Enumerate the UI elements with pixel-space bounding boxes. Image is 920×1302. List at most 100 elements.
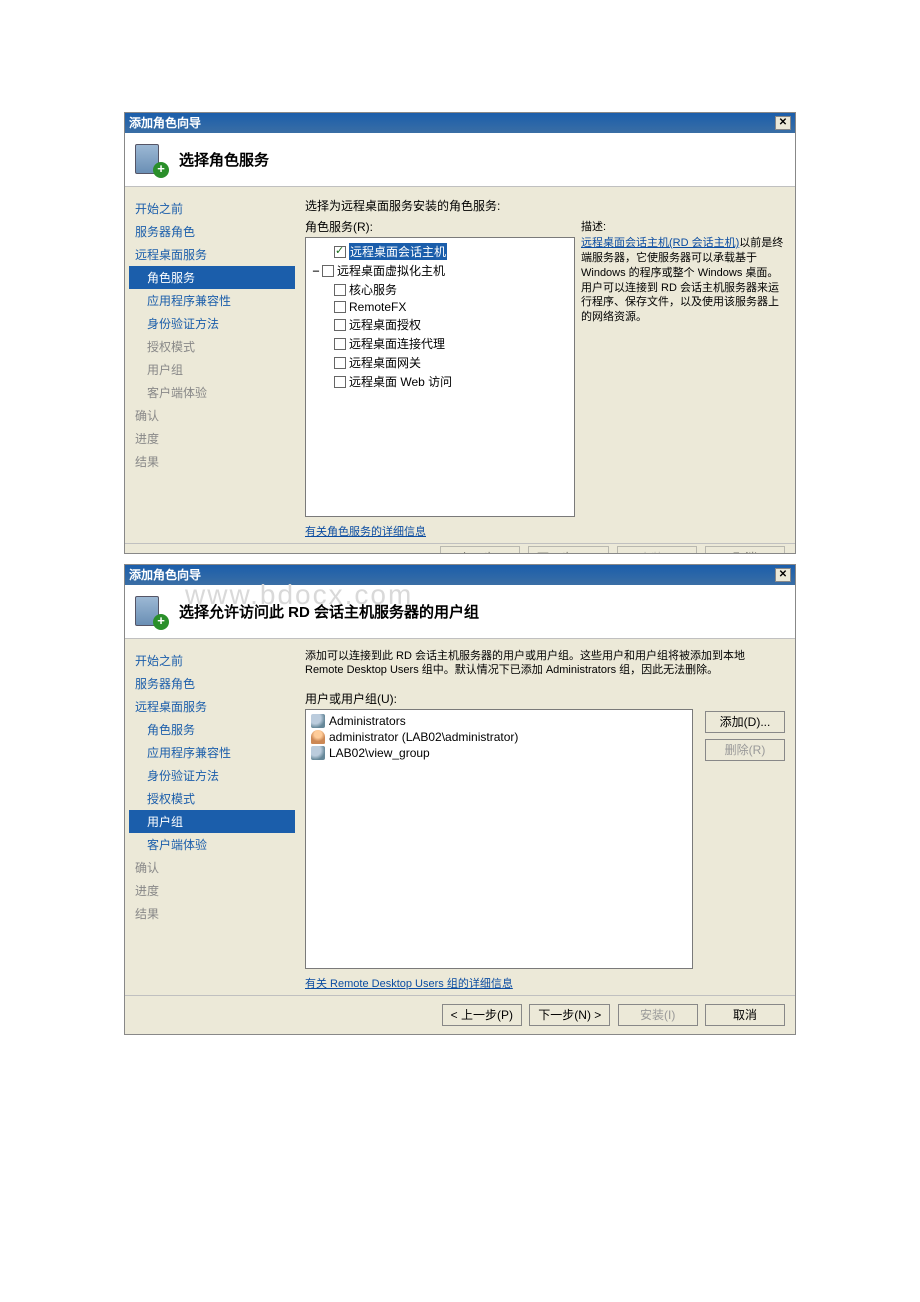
tree-item-label: RemoteFX xyxy=(349,300,406,314)
tree-item[interactable]: 远程桌面会话主机 xyxy=(310,242,570,261)
more-info-link[interactable]: 有关角色服务的详细信息 xyxy=(305,526,426,538)
role-services-tree[interactable]: 远程桌面会话主机−远程桌面虚拟化主机核心服务RemoteFX远程桌面授权远程桌面… xyxy=(305,237,575,517)
wizard-step[interactable]: 应用程序兼容性 xyxy=(129,289,295,312)
wizard-step: 确认 xyxy=(129,404,295,427)
wizard-step: 结果 xyxy=(129,902,295,925)
titlebar[interactable]: 添加角色向导 ✕ xyxy=(125,113,795,133)
wizard-step: 授权模式 xyxy=(129,335,295,358)
tree-expand-icon[interactable]: − xyxy=(310,264,322,278)
tree-label: 角色服务(R): xyxy=(305,218,575,235)
list-label: 用户或用户组(U): xyxy=(305,690,785,707)
wizard-step[interactable]: 远程桌面服务 xyxy=(129,243,295,266)
wizard-step[interactable]: 角色服务 xyxy=(129,266,295,289)
wizard-step[interactable]: 服务器角色 xyxy=(129,672,295,695)
page-title: 选择允许访问此 RD 会话主机服务器的用户组 xyxy=(179,601,479,622)
tree-item-label: 核心服务 xyxy=(349,281,397,298)
checkbox[interactable] xyxy=(334,319,346,331)
wizard-step[interactable]: 角色服务 xyxy=(129,718,295,741)
prompt-text: 选择为远程桌面服务安装的角色服务: xyxy=(305,197,785,214)
button-row: < 上一步(P) 下一步(N) > 安装(I) 取消 xyxy=(125,995,795,1034)
list-item[interactable]: Administrators xyxy=(309,713,689,729)
checkbox[interactable] xyxy=(334,246,346,258)
tree-item[interactable]: 远程桌面网关 xyxy=(310,353,570,372)
checkbox[interactable] xyxy=(322,265,334,277)
group-icon xyxy=(311,714,325,728)
dialog-title: 添加角色向导 xyxy=(129,113,201,133)
tree-item-label: 远程桌面授权 xyxy=(349,316,421,333)
add-roles-wizard-dialog-2: 添加角色向导 ✕ + 选择允许访问此 RD 会话主机服务器的用户组 www.bd… xyxy=(124,564,796,1035)
description-text: 以前是终端服务器，它使服务器可以承载基于 Windows 的程序或整个 Wind… xyxy=(581,237,783,323)
install-button: 安装(I) xyxy=(617,546,697,553)
list-item-label: Administrators xyxy=(329,714,406,728)
tree-item[interactable]: 核心服务 xyxy=(310,280,570,299)
wizard-step[interactable]: 授权模式 xyxy=(129,787,295,810)
next-button[interactable]: 下一步(N) > xyxy=(529,1004,610,1026)
wizard-step: 进度 xyxy=(129,427,295,450)
prompt-text: 添加可以连接到此 RD 会话主机服务器的用户或用户组。这些用户和用户组将被添加到… xyxy=(305,649,785,678)
add-roles-wizard-dialog-1: 添加角色向导 ✕ + 选择角色服务 开始之前服务器角色远程桌面服务角色服务应用程… xyxy=(124,112,796,554)
list-item-label: administrator (LAB02\administrator) xyxy=(329,730,518,744)
tree-item[interactable]: − 远程桌面虚拟化主机 xyxy=(310,261,570,280)
tree-item-label: 远程桌面虚拟化主机 xyxy=(337,262,445,279)
wizard-step[interactable]: 身份验证方法 xyxy=(129,764,295,787)
wizard-step[interactable]: 服务器角色 xyxy=(129,220,295,243)
list-item[interactable]: administrator (LAB02\administrator) xyxy=(309,729,689,745)
wizard-step[interactable]: 客户端体验 xyxy=(129,833,295,856)
tree-item[interactable]: 远程桌面连接代理 xyxy=(310,334,570,353)
group-icon xyxy=(311,746,325,760)
dialog-header: + 选择角色服务 xyxy=(125,133,795,187)
list-item-label: LAB02\view_group xyxy=(329,746,430,760)
install-button: 安装(I) xyxy=(618,1004,698,1026)
description-panel: 描述: 远程桌面会话主机(RD 会话主机)以前是终端服务器，它使服务器可以承载基… xyxy=(581,218,785,517)
close-button[interactable]: ✕ xyxy=(775,568,791,582)
content-panel: 添加可以连接到此 RD 会话主机服务器的用户或用户组。这些用户和用户组将被添加到… xyxy=(295,639,795,995)
close-button[interactable]: ✕ xyxy=(775,116,791,130)
wizard-step[interactable]: 开始之前 xyxy=(129,197,295,220)
wizard-steps-sidebar: 开始之前服务器角色远程桌面服务角色服务应用程序兼容性身份验证方法授权模式用户组客… xyxy=(125,187,295,543)
page-title: 选择角色服务 xyxy=(179,149,269,170)
more-info-link[interactable]: 有关 Remote Desktop Users 组的详细信息 xyxy=(305,978,513,990)
remove-button: 删除(R) xyxy=(705,739,785,761)
content-panel: 选择为远程桌面服务安装的角色服务: 角色服务(R): 远程桌面会话主机−远程桌面… xyxy=(295,187,795,543)
wizard-step: 用户组 xyxy=(129,358,295,381)
button-row-clipped: < 上一步(P) 下一步(N) > 安装(I) 取消 xyxy=(125,543,795,553)
tree-item[interactable]: RemoteFX xyxy=(310,299,570,315)
wizard-step[interactable]: 身份验证方法 xyxy=(129,312,295,335)
tree-item-label: 远程桌面连接代理 xyxy=(349,335,445,352)
wizard-step: 结果 xyxy=(129,450,295,473)
dialog-title: 添加角色向导 xyxy=(129,565,201,585)
next-button[interactable]: 下一步(N) > xyxy=(528,546,609,553)
wizard-step: 确认 xyxy=(129,856,295,879)
tree-item-label: 远程桌面网关 xyxy=(349,354,421,371)
description-body: 远程桌面会话主机(RD 会话主机)以前是终端服务器，它使服务器可以承载基于 Wi… xyxy=(581,236,785,325)
cancel-button[interactable]: 取消 xyxy=(705,1004,785,1026)
wizard-icon: + xyxy=(133,142,169,178)
checkbox[interactable] xyxy=(334,338,346,350)
list-item[interactable]: LAB02\view_group xyxy=(309,745,689,761)
wizard-icon: + xyxy=(133,594,169,630)
checkbox[interactable] xyxy=(334,301,346,313)
checkbox[interactable] xyxy=(334,357,346,369)
description-title: 描述: xyxy=(581,218,785,234)
users-groups-listbox[interactable]: Administrators administrator (LAB02\admin… xyxy=(305,709,693,969)
tree-item-label: 远程桌面会话主机 xyxy=(349,243,447,260)
prev-button[interactable]: < 上一步(P) xyxy=(442,1004,522,1026)
add-button[interactable]: 添加(D)... xyxy=(705,711,785,733)
dialog-header: + 选择允许访问此 RD 会话主机服务器的用户组 www.bdocx.com xyxy=(125,585,795,639)
checkbox[interactable] xyxy=(334,284,346,296)
prev-button[interactable]: < 上一步(P) xyxy=(440,546,520,553)
tree-item[interactable]: 远程桌面授权 xyxy=(310,315,570,334)
wizard-step[interactable]: 远程桌面服务 xyxy=(129,695,295,718)
titlebar[interactable]: 添加角色向导 ✕ xyxy=(125,565,795,585)
tree-item-label: 远程桌面 Web 访问 xyxy=(349,373,452,390)
checkbox[interactable] xyxy=(334,376,346,388)
cancel-button[interactable]: 取消 xyxy=(705,546,785,553)
wizard-step[interactable]: 应用程序兼容性 xyxy=(129,741,295,764)
wizard-step[interactable]: 用户组 xyxy=(129,810,295,833)
wizard-step[interactable]: 开始之前 xyxy=(129,649,295,672)
tree-item[interactable]: 远程桌面 Web 访问 xyxy=(310,372,570,391)
user-icon xyxy=(311,730,325,744)
wizard-step: 客户端体验 xyxy=(129,381,295,404)
description-link[interactable]: 远程桌面会话主机(RD 会话主机) xyxy=(581,237,739,249)
wizard-steps-sidebar: 开始之前服务器角色远程桌面服务角色服务应用程序兼容性身份验证方法授权模式用户组客… xyxy=(125,639,295,995)
